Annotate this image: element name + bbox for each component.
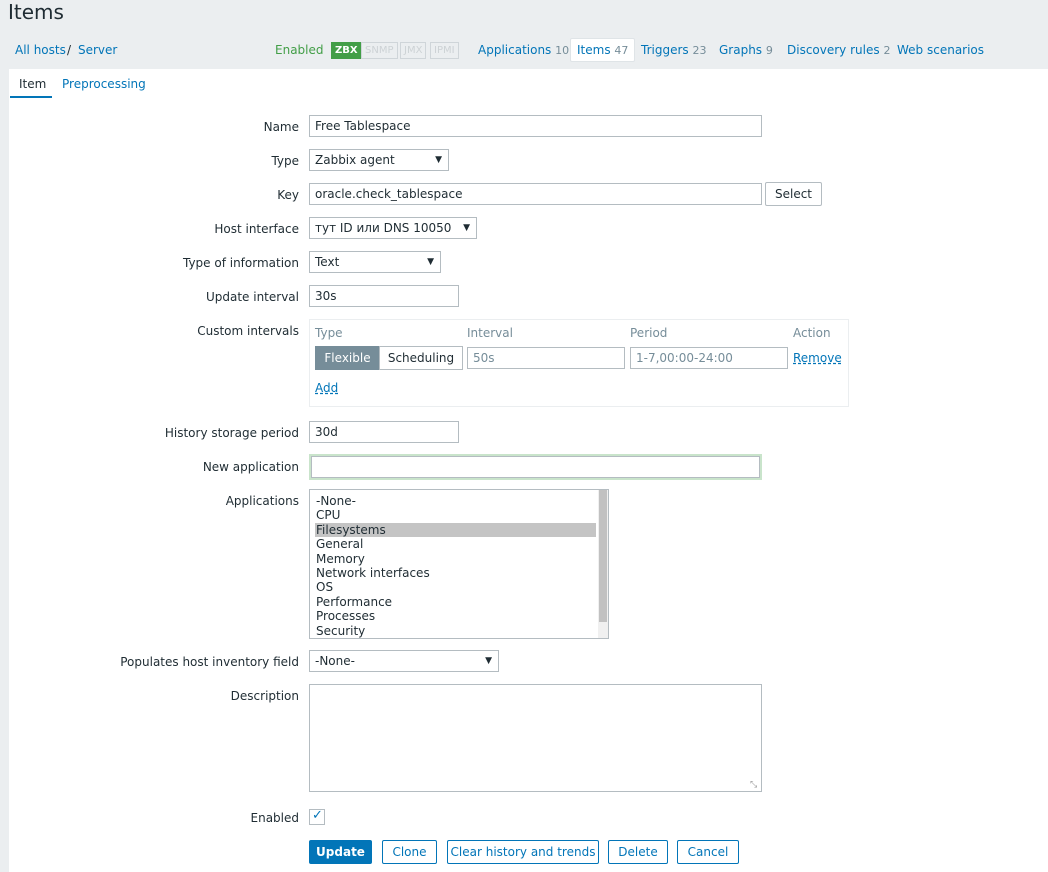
name-input[interactable]: Free Tablespace — [309, 115, 762, 137]
applications-label: Applications — [225, 494, 299, 508]
breadcrumb-all-hosts[interactable]: All hosts — [15, 43, 66, 57]
type-of-information-select[interactable]: Text — [309, 251, 441, 273]
type-select[interactable]: Zabbix agent — [309, 149, 449, 171]
host-tab-triggers[interactable]: Triggers 23 — [641, 43, 706, 57]
inventory-field-label: Populates host inventory field — [120, 655, 299, 669]
form-tabs: Item Preprocessing — [9, 69, 1048, 99]
host-interface-select[interactable]: тут ID или DNS 10050 — [309, 217, 477, 239]
key-label: Key — [277, 188, 299, 202]
description-label: Description — [230, 689, 299, 703]
new-application-label: New application — [202, 460, 299, 474]
ci-scheduling-button[interactable]: Scheduling — [379, 346, 463, 370]
clear-history-button[interactable]: Clear history and trends — [447, 840, 599, 864]
delete-button[interactable]: Delete — [608, 840, 668, 864]
custom-intervals-label: Custom intervals — [197, 324, 299, 338]
key-input[interactable]: oracle.check_tablespace — [309, 183, 762, 205]
type-label: Type — [271, 154, 299, 168]
applications-listbox[interactable]: -None- CPU Filesystems General Memory Ne… — [309, 489, 609, 639]
tab-preprocessing[interactable]: Preprocessing — [62, 77, 146, 91]
update-button[interactable]: Update — [309, 840, 372, 864]
ci-header-action: Action — [793, 326, 831, 340]
description-textarea[interactable] — [309, 684, 762, 792]
ci-remove-link[interactable]: Remove — [793, 351, 842, 365]
host-navigation-bar: All hosts / Server Enabled ZBX SNMP JMX … — [0, 34, 1048, 68]
application-option[interactable]: Processes — [315, 609, 596, 623]
breadcrumb-host[interactable]: Server — [78, 43, 117, 57]
new-application-input[interactable] — [311, 456, 760, 478]
inventory-field-select[interactable]: -None- — [309, 650, 499, 672]
ipmi-availability-badge: IPMI — [430, 42, 459, 59]
ci-header-type: Type — [315, 326, 343, 340]
application-option[interactable]: Performance — [315, 595, 596, 609]
host-tab-web-scenarios[interactable]: Web scenarios — [897, 43, 984, 57]
update-interval-label: Update interval — [205, 290, 299, 304]
jmx-availability-badge: JMX — [400, 42, 427, 59]
tab-item[interactable]: Item — [19, 77, 46, 91]
clone-button[interactable]: Clone — [382, 840, 437, 864]
ci-interval-input[interactable]: 50s — [467, 347, 625, 369]
application-option[interactable]: OS — [315, 580, 596, 594]
host-tab-discovery-rules[interactable]: Discovery rules 2 — [787, 43, 890, 57]
snmp-availability-badge: SNMP — [361, 42, 398, 59]
history-storage-period-label: History storage period — [164, 426, 299, 440]
applications-scrollbar-thumb[interactable] — [599, 490, 607, 622]
enabled-label: Enabled — [250, 811, 300, 825]
application-option-selected[interactable]: Filesystems — [315, 523, 596, 537]
ci-flexible-button[interactable]: Flexible — [315, 346, 380, 370]
host-tab-items[interactable]: Items 47 — [570, 38, 636, 62]
cancel-button[interactable]: Cancel — [677, 840, 739, 864]
checkmark-icon: ✓ — [312, 808, 323, 823]
host-tab-graphs[interactable]: Graphs 9 — [719, 43, 773, 57]
history-storage-period-input[interactable]: 30d — [309, 421, 459, 443]
breadcrumb-separator: / — [67, 43, 72, 57]
host-tab-applications[interactable]: Applications 10 — [478, 43, 569, 57]
host-status-enabled[interactable]: Enabled — [275, 43, 324, 57]
ci-header-interval: Interval — [467, 326, 513, 340]
ci-period-input[interactable]: 1-7,00:00-24:00 — [630, 347, 788, 369]
ci-add-link[interactable]: Add — [315, 381, 338, 395]
application-option[interactable]: General — [315, 537, 596, 551]
application-option[interactable]: Security — [315, 624, 596, 638]
key-select-button[interactable]: Select — [765, 182, 822, 206]
zbx-availability-badge: ZBX — [331, 42, 362, 59]
application-option[interactable]: Memory — [315, 552, 596, 566]
type-of-information-label: Type of information — [182, 256, 299, 270]
application-option[interactable]: CPU — [315, 508, 596, 522]
update-interval-input[interactable]: 30s — [309, 285, 459, 307]
application-option[interactable]: Network interfaces — [315, 566, 596, 580]
application-option[interactable]: -None- — [315, 494, 596, 508]
resize-grip-icon[interactable]: ⤡ — [750, 780, 760, 790]
host-interface-label: Host interface — [214, 222, 299, 236]
page-title: Items — [8, 0, 64, 24]
ci-header-period: Period — [630, 326, 668, 340]
name-label: Name — [263, 120, 299, 134]
